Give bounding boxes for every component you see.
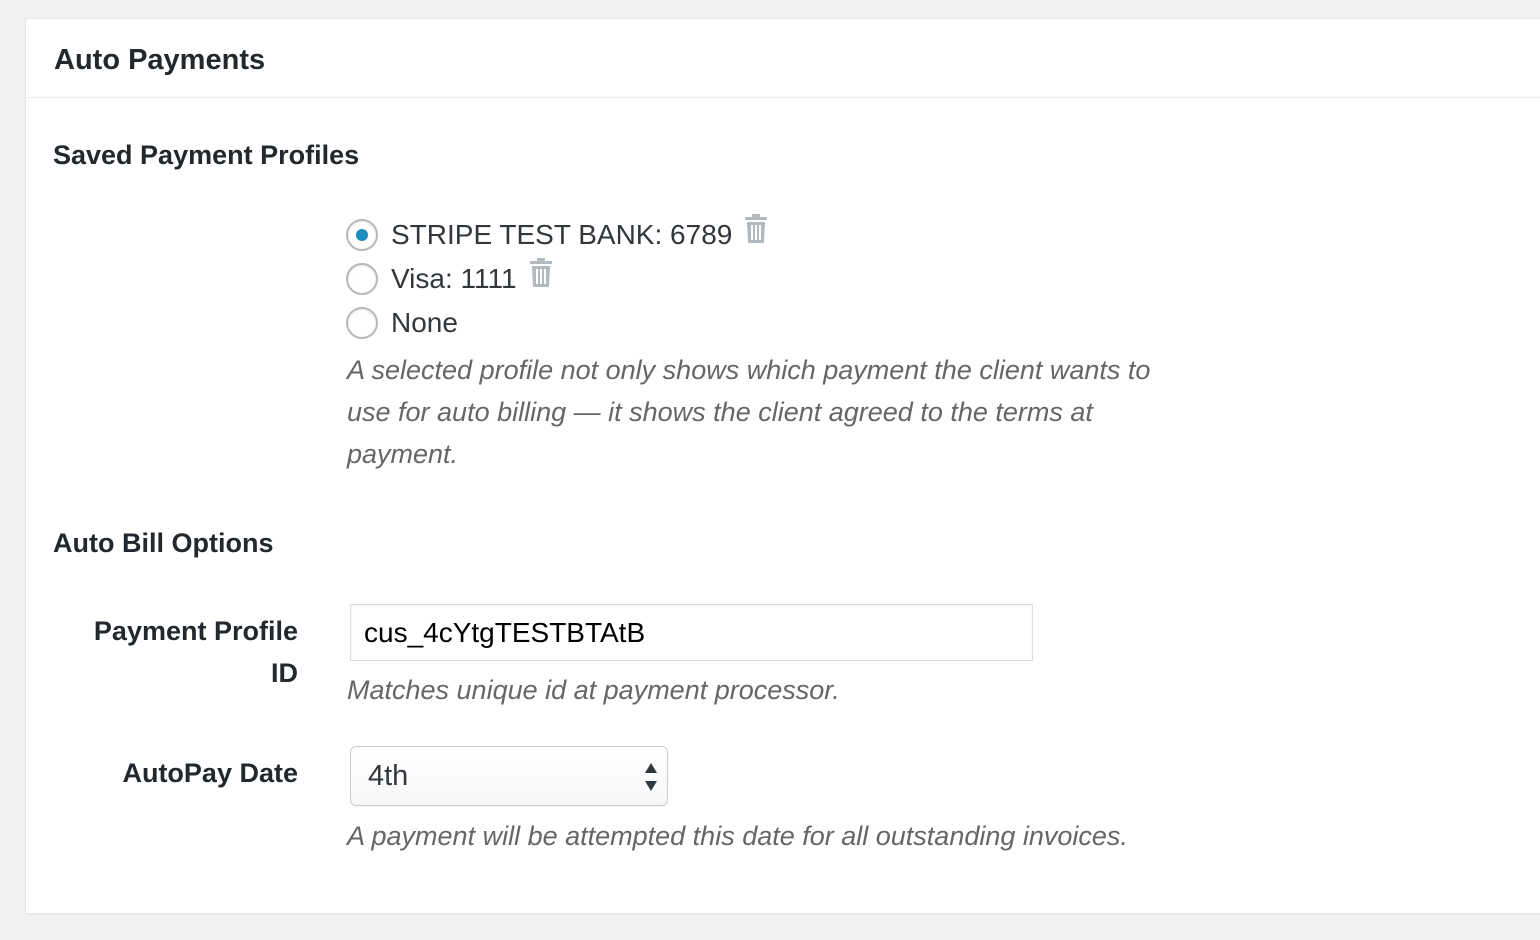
payment-profile-id-label-line-1: Payment Profile [93,616,298,646]
panel-header: Auto Payments [26,19,1540,98]
select-arrows-icon [643,761,659,793]
radio-none[interactable] [346,307,378,339]
radio-stripe-bank[interactable] [346,219,378,251]
saved-profiles-description-line-1: A selected profile not only shows which … [347,355,1151,385]
profile-option-label[interactable]: STRIPE TEST BANK: 6789 [391,218,732,252]
payment-profile-id-label-line-2: ID [271,658,298,688]
profile-option-label[interactable]: None [391,306,458,340]
trash-icon[interactable] [744,214,768,244]
radio-visa[interactable] [346,263,378,295]
profile-option-stripe-bank[interactable]: STRIPE TEST BANK: 6789 [346,214,768,255]
profile-option-visa[interactable]: Visa: 1111 [346,258,553,299]
autopay-date-description: A payment will be attempted this date fo… [347,821,1128,851]
profile-option-label[interactable]: Visa: 1111 [391,262,517,296]
saved-profiles-description-line-3: payment. [347,439,459,469]
autopay-date-label: AutoPay Date [122,758,298,788]
panel-title: Auto Payments [54,44,266,76]
saved-profiles-description-line-2: use for auto billing — it shows the clie… [347,397,1093,427]
auto-bill-options-heading: Auto Bill Options [53,528,274,558]
autopay-date-select[interactable]: 4th [350,746,668,806]
payment-profile-id-input[interactable] [350,604,1033,661]
trash-icon[interactable] [529,258,553,288]
saved-payment-profiles-heading: Saved Payment Profiles [53,140,360,170]
autopay-date-value: 4th [368,760,409,792]
payment-profile-id-description: Matches unique id at payment processor. [347,675,840,705]
profile-option-none[interactable]: None [346,303,458,343]
